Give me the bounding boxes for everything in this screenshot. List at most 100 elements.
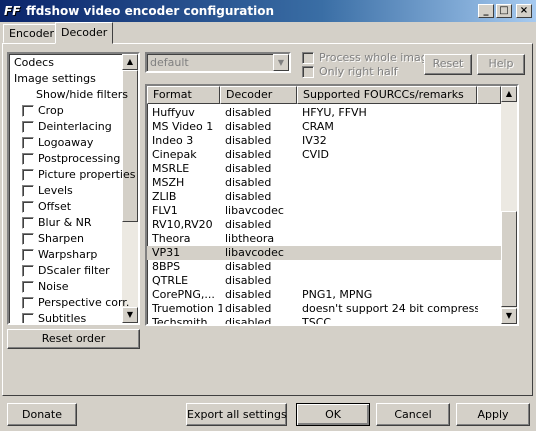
cell-decoder: disabled bbox=[225, 190, 272, 203]
table-row[interactable]: Huffyuv disabled HFYU, FFVH bbox=[147, 106, 501, 120]
minimize-button[interactable]: _ bbox=[478, 4, 494, 18]
table-row[interactable]: Techsmith disabled TSCC bbox=[147, 316, 501, 326]
scroll-up-icon[interactable]: ▲ bbox=[122, 54, 138, 70]
preset-combo[interactable]: default ▼ bbox=[145, 52, 291, 73]
filter-list[interactable]: ▲ ▼ Codecs Image settings Show/hide filter… bbox=[7, 52, 140, 325]
filter-checkbox[interactable] bbox=[22, 153, 34, 165]
help-button[interactable]: Help bbox=[477, 54, 525, 75]
cell-format: Theora bbox=[152, 232, 191, 245]
filter-item-label: Deinterlacing bbox=[38, 120, 112, 133]
cell-decoder: libtheora bbox=[225, 232, 275, 245]
checkbox-box[interactable] bbox=[302, 66, 314, 78]
cell-remarks bbox=[302, 176, 478, 190]
ok-button[interactable]: OK bbox=[296, 403, 370, 426]
filter-checkbox[interactable] bbox=[22, 281, 34, 293]
filter-checkbox[interactable] bbox=[22, 121, 34, 133]
cell-format: Truemotion 1 bbox=[152, 302, 222, 315]
export-all-settings-button[interactable]: Export all settings bbox=[186, 403, 287, 426]
table-row[interactable]: QTRLE disabled bbox=[147, 274, 501, 288]
table-row[interactable]: MSZH disabled bbox=[147, 176, 501, 190]
codecs-scrollbar[interactable]: ▲ ▼ bbox=[501, 86, 517, 324]
tab-decoder[interactable]: Decoder bbox=[55, 22, 114, 44]
cell-decoder: disabled bbox=[225, 274, 272, 287]
table-row[interactable]: ZLIB disabled bbox=[147, 190, 501, 204]
apply-button[interactable]: Apply bbox=[456, 403, 530, 426]
filter-item-label: Perspective corr. bbox=[38, 296, 130, 309]
close-button[interactable]: × bbox=[516, 4, 532, 18]
reset-button[interactable]: Reset bbox=[424, 54, 472, 75]
cell-decoder: libavcodec bbox=[225, 204, 284, 217]
table-row[interactable]: 8BPS disabled bbox=[147, 260, 501, 274]
checkbox-box[interactable] bbox=[302, 52, 314, 64]
cell-format: Cinepak bbox=[152, 148, 197, 161]
cell-remarks bbox=[302, 260, 478, 274]
table-row[interactable]: VP31 libavcodec bbox=[147, 246, 501, 260]
scroll-up-icon[interactable]: ▲ bbox=[501, 86, 517, 102]
cell-format: CorePNG,... bbox=[152, 288, 215, 301]
cell-remarks bbox=[302, 162, 478, 176]
filter-checkbox[interactable] bbox=[22, 297, 34, 309]
cell-format: RV10,RV20 bbox=[152, 218, 213, 231]
window-title: ffdshow video encoder configuration bbox=[26, 4, 275, 18]
filter-item-label: Levels bbox=[38, 184, 73, 197]
codecs-table[interactable]: Format Decoder Supported FOURCCs/remarks… bbox=[145, 84, 519, 326]
filter-checkbox[interactable] bbox=[22, 249, 34, 261]
cell-format: 8BPS bbox=[152, 260, 181, 273]
cell-format: QTRLE bbox=[152, 274, 189, 287]
filter-checkbox[interactable] bbox=[22, 265, 34, 277]
maximize-button[interactable]: □ bbox=[496, 4, 512, 18]
preset-value: default bbox=[150, 56, 189, 69]
table-row[interactable]: MS Video 1 disabled CRAM bbox=[147, 120, 501, 134]
table-row[interactable]: CorePNG,... disabled PNG1, MPNG bbox=[147, 288, 501, 302]
title-bar[interactable]: FF ffdshow video encoder configuration _… bbox=[0, 0, 536, 22]
filter-item-label: Codecs bbox=[14, 56, 54, 69]
filter-checkbox[interactable] bbox=[22, 313, 34, 323]
table-row[interactable]: FLV1 libavcodec bbox=[147, 204, 501, 218]
cell-decoder: disabled bbox=[225, 218, 272, 231]
scroll-thumb[interactable] bbox=[501, 211, 517, 307]
cell-remarks bbox=[302, 204, 478, 218]
column-header-decoder[interactable]: Decoder bbox=[220, 86, 297, 104]
cell-decoder: disabled bbox=[225, 176, 272, 189]
table-row[interactable]: RV10,RV20 disabled bbox=[147, 218, 501, 232]
filter-checkbox[interactable] bbox=[22, 137, 34, 149]
table-row[interactable]: Indeo 3 disabled IV32 bbox=[147, 134, 501, 148]
ffdshow-logo-icon: FF bbox=[4, 4, 21, 18]
filter-item-label: Picture properties bbox=[38, 168, 136, 181]
cell-remarks bbox=[302, 190, 478, 204]
cell-format: FLV1 bbox=[152, 204, 178, 217]
cell-decoder: disabled bbox=[225, 120, 272, 133]
filter-checkbox[interactable] bbox=[22, 201, 34, 213]
filter-checkbox[interactable] bbox=[22, 233, 34, 245]
cell-decoder: disabled bbox=[225, 162, 272, 175]
cell-decoder: disabled bbox=[225, 316, 272, 326]
filter-item-label: Noise bbox=[38, 280, 69, 293]
filter-checkbox[interactable] bbox=[22, 169, 34, 181]
cell-format: MS Video 1 bbox=[152, 120, 214, 133]
table-row[interactable]: Theora libtheora bbox=[147, 232, 501, 246]
cell-remarks bbox=[302, 274, 478, 288]
table-row[interactable]: Truemotion 1 disabled doesn't support 24 b… bbox=[147, 302, 501, 316]
filter-checkbox[interactable] bbox=[22, 185, 34, 197]
cell-decoder: disabled bbox=[225, 106, 272, 119]
donate-button[interactable]: Donate bbox=[7, 403, 77, 426]
filter-checkbox[interactable] bbox=[22, 105, 34, 117]
cell-decoder: disabled bbox=[225, 302, 272, 315]
scroll-down-icon[interactable]: ▼ bbox=[501, 308, 517, 324]
cell-format: VP31 bbox=[152, 246, 181, 259]
filter-item-label: Postprocessing bbox=[38, 152, 121, 165]
table-row[interactable]: Cinepak disabled CVID bbox=[147, 148, 501, 162]
cancel-button[interactable]: Cancel bbox=[376, 403, 450, 426]
chevron-down-icon[interactable]: ▼ bbox=[273, 54, 289, 71]
tab-encoder[interactable]: Encoder bbox=[3, 24, 60, 43]
cell-remarks: TSCC bbox=[302, 316, 332, 326]
filter-checkbox[interactable] bbox=[22, 217, 34, 229]
column-header-filler bbox=[477, 86, 501, 104]
column-header-remarks[interactable]: Supported FOURCCs/remarks bbox=[297, 86, 477, 104]
reset-order-button[interactable]: Reset order bbox=[7, 329, 140, 349]
table-row[interactable]: MSRLE disabled bbox=[147, 162, 501, 176]
cell-decoder: disabled bbox=[225, 134, 272, 147]
column-header-format[interactable]: Format bbox=[147, 86, 220, 104]
cell-remarks: CVID bbox=[302, 148, 329, 161]
filter-item-label: Sharpen bbox=[38, 232, 84, 245]
